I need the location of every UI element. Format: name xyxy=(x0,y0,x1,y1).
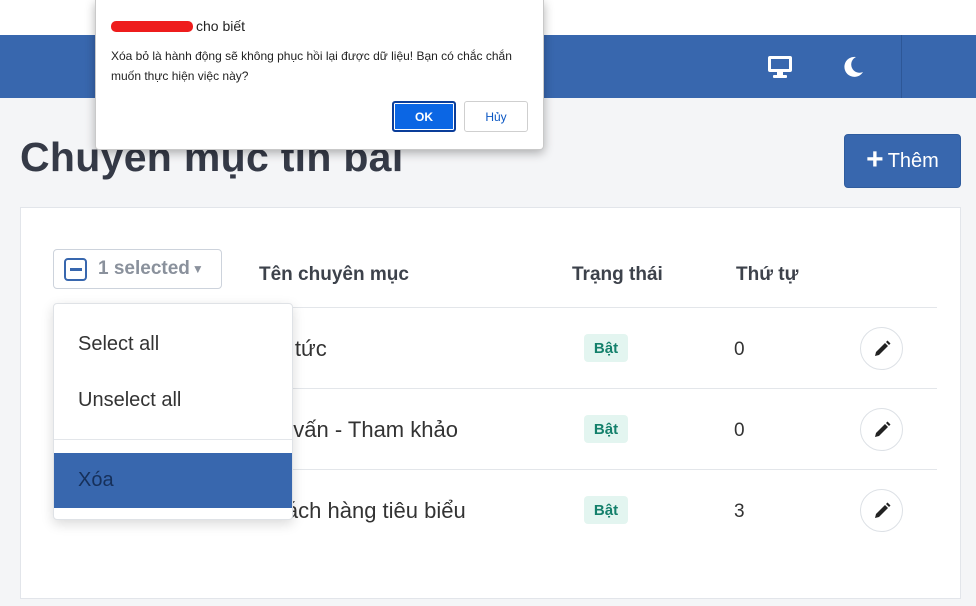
monitor-icon[interactable] xyxy=(766,53,794,81)
selected-count-label: 1 selected xyxy=(98,258,190,279)
add-button-label: Thêm xyxy=(887,149,939,172)
edit-button[interactable] xyxy=(860,408,903,451)
table-row-order: 0 xyxy=(734,420,745,441)
dialog-title: cho biết xyxy=(111,18,245,34)
menu-item-unselect-all[interactable]: Unselect all xyxy=(54,382,292,418)
redacted-origin xyxy=(111,20,193,32)
plus-icon: + xyxy=(866,142,884,176)
table-row-order: 3 xyxy=(734,501,745,522)
dialog-message: Xóa bỏ là hành động sẽ không phục hồi lạ… xyxy=(111,49,512,83)
column-header-order[interactable]: Thứ tự xyxy=(736,264,798,286)
column-header-name[interactable]: Tên chuyên mục xyxy=(259,264,409,286)
navbar-divider xyxy=(901,35,902,98)
status-badge: Bật xyxy=(584,496,628,524)
pencil-icon xyxy=(874,340,890,356)
status-badge: Bật xyxy=(584,415,628,443)
edit-button[interactable] xyxy=(860,489,903,532)
ok-button[interactable]: OK xyxy=(392,101,456,132)
moon-icon[interactable] xyxy=(839,53,867,81)
edit-button[interactable] xyxy=(860,327,903,370)
pencil-icon xyxy=(874,421,890,437)
menu-item-select-all[interactable]: Select all xyxy=(54,326,292,362)
caret-down-icon: ▼ xyxy=(191,262,204,276)
table-row-order: 0 xyxy=(734,339,745,360)
confirm-dialog: cho biết Xóa bỏ là hành động sẽ không ph… xyxy=(95,0,544,150)
add-button[interactable]: + Thêm xyxy=(844,134,961,188)
status-badge: Bật xyxy=(584,334,628,362)
cancel-button[interactable]: Hủy xyxy=(464,101,528,132)
bulk-select-dropdown[interactable]: 1 selected ▼ xyxy=(53,249,222,289)
column-header-status[interactable]: Trạng thái xyxy=(572,264,663,286)
dialog-title-suffix: cho biết xyxy=(196,18,246,34)
menu-item-delete[interactable]: Xóa xyxy=(54,453,292,508)
pencil-icon xyxy=(874,502,890,518)
indeterminate-checkbox-icon[interactable] xyxy=(64,257,87,281)
bulk-actions-menu: Select all Unselect all Xóa xyxy=(53,303,293,520)
menu-divider xyxy=(54,439,292,440)
